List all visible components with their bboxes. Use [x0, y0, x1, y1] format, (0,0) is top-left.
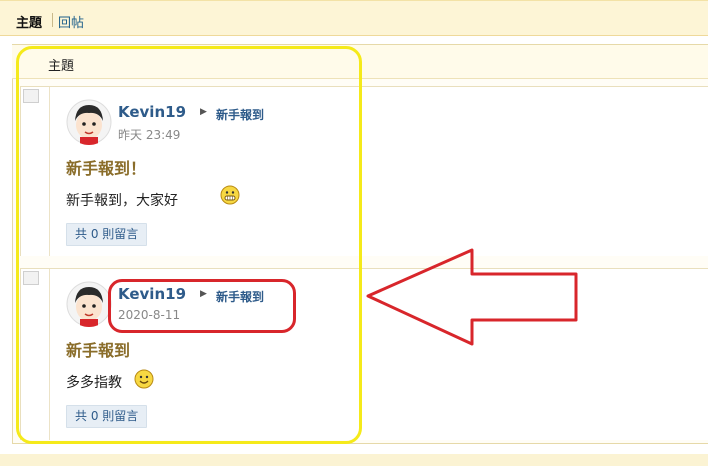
post-list-header-label: 主題	[48, 59, 75, 74]
author-name[interactable]: Kevin19	[118, 103, 186, 121]
post-content: 新手報到，大家好	[66, 193, 178, 209]
footer-strip	[0, 454, 708, 466]
avatar[interactable]	[66, 99, 112, 145]
post-item: Kevin19 ▶ 新手報到 2020-8-11 新手報到 多多指教 共 0 則…	[20, 268, 708, 440]
tab-topics[interactable]: 主題	[16, 12, 42, 31]
comment-count-button[interactable]: 共 0 則留言	[66, 223, 148, 246]
post-title[interactable]: 新手報到！	[66, 155, 146, 179]
post-content: 多多指教	[66, 375, 122, 391]
post-date: 昨天 23:49	[118, 128, 181, 142]
post-title[interactable]: 新手報到	[66, 337, 130, 361]
author-name[interactable]: Kevin19	[118, 285, 186, 303]
tab-bar: 主題 回帖	[0, 0, 708, 36]
avatar[interactable]	[66, 281, 112, 327]
post-type-icon	[23, 89, 39, 103]
forum-link[interactable]: 新手報到	[216, 106, 264, 123]
post-date: 2020-8-11	[118, 308, 181, 322]
post-type-icon	[23, 271, 39, 285]
post-body: Kevin19 ▶ 新手報到 2020-8-11 新手報到 多多指教 共 0 則…	[49, 269, 708, 440]
post-body: Kevin19 ▶ 新手報到 昨天 23:49 新手報到！ 新手報到，大家好 共…	[49, 87, 708, 256]
comment-count-button[interactable]: 共 0 則留言	[66, 405, 148, 428]
forum-link[interactable]: 新手報到	[216, 288, 264, 305]
tab-divider	[52, 13, 53, 27]
smile-emoji-icon	[134, 369, 154, 389]
post-list-header: 主題	[12, 45, 708, 79]
caret-right-icon: ▶	[200, 289, 207, 299]
post-item: Kevin19 ▶ 新手報到 昨天 23:49 新手報到！ 新手報到，大家好 共…	[20, 86, 708, 256]
caret-right-icon: ▶	[200, 107, 207, 117]
grin-emoji-icon	[220, 185, 240, 205]
tab-replies[interactable]: 回帖	[58, 12, 84, 31]
